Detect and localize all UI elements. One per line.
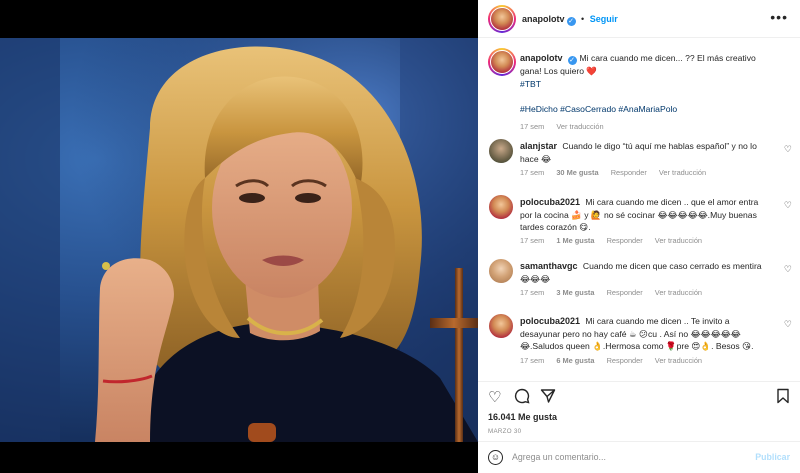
caption-username[interactable]: anapolotv xyxy=(520,53,563,63)
commenter-avatar[interactable] xyxy=(488,258,514,284)
author-line: anapolotv ✓ • Seguir xyxy=(522,14,618,26)
add-comment-bar: ☺ Publicar xyxy=(478,441,800,473)
comment-reply-link[interactable]: Responder xyxy=(607,288,643,297)
comment-likes[interactable]: 3 Me gusta xyxy=(556,288,594,297)
comments-scroll-area[interactable]: anapolotv ✓ Mi cara cuando me dicen... ?? … xyxy=(478,38,800,378)
comment-time[interactable]: 17 sem xyxy=(520,288,544,297)
post-actions-bar: ♡ xyxy=(478,381,800,409)
comment-text: samanthavgc Cuando me dicen que caso cer… xyxy=(520,260,770,285)
comment-time[interactable]: 17 sem xyxy=(520,356,544,365)
comment-text: polocuba2021 Mi cara cuando me dicen .. … xyxy=(520,315,770,353)
bookmark-icon[interactable] xyxy=(776,388,790,408)
comment-meta: 17 sem 1 Me gusta Responder Ver traducci… xyxy=(520,236,712,245)
hashtag-tbt[interactable]: #TBT xyxy=(520,79,541,89)
comment-text: polocuba2021 Mi cara cuando me dicen .. … xyxy=(520,196,770,234)
author-avatar[interactable] xyxy=(488,5,516,33)
publish-button[interactable]: Publicar xyxy=(755,452,790,462)
commenter-avatar[interactable] xyxy=(488,138,514,164)
comment-input[interactable] xyxy=(512,452,742,462)
comment-item: alanjstar Cuando le digo “tú aquí me hab… xyxy=(478,138,800,190)
comment-item: polocuba2021 Mi cara cuando me dicen .. … xyxy=(478,313,800,378)
comment-like-heart-icon[interactable]: ♡ xyxy=(784,144,792,155)
comment-item: polocuba2021 Mi cara cuando me dicen .. … xyxy=(478,194,800,258)
paper-plane-icon[interactable] xyxy=(540,388,556,408)
comment-text: alanjstar Cuando le digo “tú aquí me hab… xyxy=(520,140,770,165)
comment-time[interactable]: 17 sem xyxy=(520,168,544,177)
more-options-icon[interactable]: ••• xyxy=(770,10,788,24)
caption-author-avatar[interactable] xyxy=(488,48,516,76)
caption-text: anapolotv ✓ Mi cara cuando me dicen... ?? … xyxy=(520,52,770,115)
comment-item: samanthavgc Cuando me dicen que caso cer… xyxy=(478,258,800,310)
separator-dot: • xyxy=(581,14,585,24)
comment-username[interactable]: polocuba2021 xyxy=(520,316,580,326)
comment-translate-link[interactable]: Ver traducción xyxy=(655,356,702,365)
comment-username[interactable]: samanthavgc xyxy=(520,261,578,271)
heart-icon[interactable]: ♡ xyxy=(488,388,501,406)
post-media-area xyxy=(0,0,478,473)
comment-reply-link[interactable]: Responder xyxy=(607,236,643,245)
likes-count[interactable]: 16.041 Me gusta xyxy=(488,412,557,422)
post-photo[interactable] xyxy=(0,38,478,442)
author-username[interactable]: anapolotv xyxy=(522,14,565,24)
comment-likes[interactable]: 30 Me gusta xyxy=(556,168,598,177)
comment-like-heart-icon[interactable]: ♡ xyxy=(784,264,792,275)
comment-translate-link[interactable]: Ver traducción xyxy=(655,236,702,245)
comment-icon[interactable] xyxy=(514,388,530,408)
comment-meta: 17 sem 6 Me gusta Responder Ver traducci… xyxy=(520,356,712,365)
comment-translate-link[interactable]: Ver traducción xyxy=(655,288,702,297)
comment-meta: 17 sem 30 Me gusta Responder Ver traducc… xyxy=(520,168,716,177)
comment-reply-link[interactable]: Responder xyxy=(607,356,643,365)
comment-like-heart-icon[interactable]: ♡ xyxy=(784,200,792,211)
instagram-post-modal: anapolotv ✓ • Seguir ••• anapolotv ✓ Mi car… xyxy=(0,0,800,473)
post-date: MARZO 30 xyxy=(488,428,522,435)
comment-translate-link[interactable]: Ver traducción xyxy=(659,168,706,177)
comment-username[interactable]: polocuba2021 xyxy=(520,197,580,207)
comment-meta: 17 sem 3 Me gusta Responder Ver traducci… xyxy=(520,288,712,297)
caption-translate-link[interactable]: Ver traducción xyxy=(556,122,603,131)
comment-like-heart-icon[interactable]: ♡ xyxy=(784,319,792,330)
comment-likes[interactable]: 6 Me gusta xyxy=(556,356,594,365)
caption-time[interactable]: 17 sem xyxy=(520,122,544,131)
verified-badge-icon: ✓ xyxy=(566,17,576,26)
comment-likes[interactable]: 1 Me gusta xyxy=(556,236,594,245)
commenter-avatar[interactable] xyxy=(488,194,514,220)
hashtags[interactable]: #HeDicho #CasoCerrado #AnaMariaPolo xyxy=(520,104,677,114)
post-header: anapolotv ✓ • Seguir ••• xyxy=(478,0,800,38)
caption-verified-icon: ✓ xyxy=(567,56,577,65)
caption-meta: 17 sem Ver traducción xyxy=(520,122,614,131)
post-photo-illustration xyxy=(0,38,478,442)
follow-button[interactable]: Seguir xyxy=(590,14,618,24)
comment-reply-link[interactable]: Responder xyxy=(611,168,647,177)
commenter-avatar[interactable] xyxy=(488,313,514,339)
comment-time[interactable]: 17 sem xyxy=(520,236,544,245)
post-side-panel: anapolotv ✓ • Seguir ••• anapolotv ✓ Mi car… xyxy=(478,0,800,473)
comment-username[interactable]: alanjstar xyxy=(520,141,557,151)
emoji-icon[interactable]: ☺ xyxy=(488,450,503,465)
